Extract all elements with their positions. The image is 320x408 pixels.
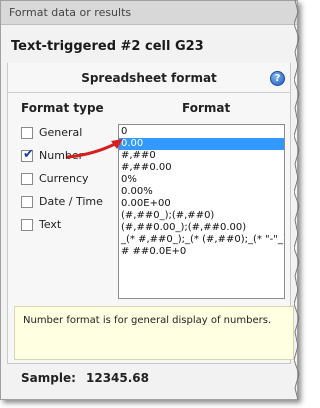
description-text: Number format is for general display of …	[23, 315, 272, 326]
sample-label: Sample:	[21, 371, 76, 385]
format-item[interactable]: (#,##0_);(#,##0)	[119, 210, 284, 222]
format-item-selected[interactable]: 0.00	[119, 138, 284, 150]
general-checkbox[interactable]	[21, 127, 33, 139]
format-item[interactable]: # ##0.0E+0	[119, 246, 284, 258]
currency-checkbox[interactable]	[21, 173, 33, 185]
format-item[interactable]: 0	[119, 126, 284, 138]
format-item[interactable]: _(* #,##0_);_(* (#,##0);_(* "-"_);_(@_)	[119, 234, 284, 246]
format-list[interactable]: 0 0.00 #,##0 #,##0.00 0% 0.00% 0.00E+00 …	[118, 124, 285, 299]
format-heading: Format	[182, 101, 231, 115]
date-time-checkbox[interactable]	[21, 196, 33, 208]
title-bar: Format data or results	[1, 1, 297, 25]
format-item[interactable]: #,##0	[119, 150, 284, 162]
panel-divider	[8, 92, 290, 93]
checkmark-icon: ✔	[23, 147, 34, 162]
panel-title: Spreadsheet format	[81, 71, 217, 85]
date-time-label: Date / Time	[39, 195, 103, 208]
red-arrow-icon	[66, 139, 123, 159]
currency-label: Currency	[39, 172, 89, 185]
text-label: Text	[39, 218, 62, 231]
torn-edge-decoration	[294, 0, 300, 401]
format-item[interactable]: (#,##0.00_);(#,##0.00)	[119, 222, 284, 234]
spreadsheet-format-panel: Spreadsheet format ? Format type Format …	[7, 63, 294, 364]
format-item[interactable]: 0%	[119, 174, 284, 186]
format-type-heading: Format type	[21, 101, 104, 115]
dialog-header: Text-triggered #2 cell G23	[11, 39, 204, 54]
number-checkbox[interactable]: ✔	[21, 147, 34, 162]
format-dialog: Format data or results Text-triggered #2…	[0, 0, 298, 400]
text-checkbox[interactable]	[21, 219, 33, 231]
sample-value: 12345.68	[86, 371, 150, 385]
window-title: Format data or results	[9, 6, 132, 19]
format-item[interactable]: 0.00E+00	[119, 198, 284, 210]
format-item[interactable]: #,##0.00	[119, 162, 284, 174]
help-icon[interactable]: ?	[270, 71, 285, 86]
description-box: Number format is for general display of …	[14, 306, 294, 360]
format-item[interactable]: 0.00%	[119, 186, 284, 198]
